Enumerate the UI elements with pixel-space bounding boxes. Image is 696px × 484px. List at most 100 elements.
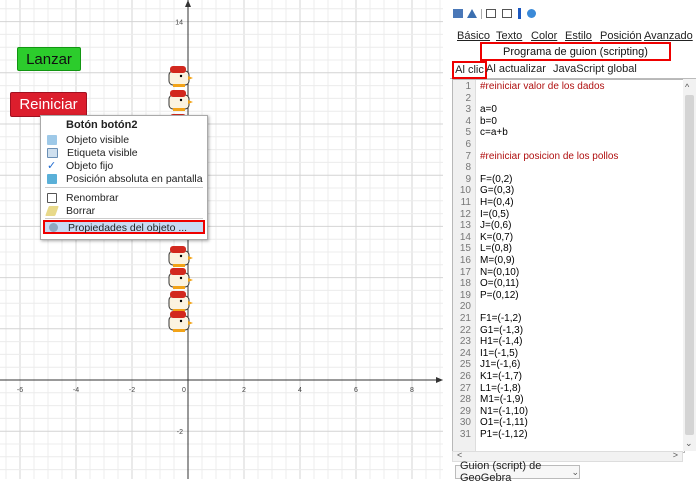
menu-item-label: Renombrar (66, 191, 119, 204)
line-number: 7 (465, 150, 471, 162)
script-editor[interactable]: 1 2 3 4 5 6 7 8 9 10 11 12 13 14 15 16 17 18 19 20 21 22 23 24 2… (452, 79, 685, 453)
x-tick-label: -6 (17, 387, 23, 394)
x-tick-label: 2 (242, 387, 246, 394)
chevron-right-icon[interactable]: > (673, 450, 678, 460)
scroll-thumb[interactable] (685, 95, 694, 435)
line-number: 20 (459, 301, 471, 313)
code-line[interactable]: G=(0,3) (480, 185, 514, 196)
code-comment[interactable]: #reiniciar posicion de los pollos (480, 151, 618, 162)
line-number: 13 (459, 220, 471, 232)
label-visible-icon (47, 147, 58, 158)
code-line[interactable]: M=(0,9) (480, 255, 515, 266)
code-line[interactable]: P1=(-1,12) (480, 429, 528, 440)
chicken-image[interactable] (168, 90, 193, 111)
lanzar-button[interactable]: Lanzar (17, 47, 81, 71)
toolbar-separator (481, 9, 482, 19)
reiniciar-button[interactable]: Reiniciar (10, 92, 87, 117)
y-axis-arrow (185, 0, 191, 7)
code-line[interactable]: N=(0,10) (480, 267, 519, 278)
code-line[interactable]: N1=(-1,10) (480, 406, 528, 417)
object-visible-icon (47, 134, 57, 145)
menu-item-delete[interactable]: Borrar (41, 204, 207, 217)
code-line[interactable]: P=(0,12) (480, 290, 519, 301)
triangle-icon[interactable] (467, 9, 477, 18)
script-language-value: Guion (script) de GeoGebra (460, 460, 542, 484)
tab-color[interactable]: Color (531, 30, 557, 42)
code-line[interactable]: K=(0,7) (480, 232, 513, 243)
code-line[interactable]: I1=(-1,5) (480, 348, 518, 359)
menu-separator (45, 187, 203, 188)
line-number: 2 (465, 92, 471, 104)
line-number: 6 (465, 139, 471, 150)
menu-item-properties[interactable]: Propiedades del objeto ... (43, 220, 205, 234)
tab-al-actualizar[interactable]: Al actualizar (486, 62, 546, 76)
line-number: 12 (459, 208, 471, 220)
vertical-scrollbar[interactable]: ^ ⌄ (683, 79, 696, 451)
line-number: 22 (459, 324, 471, 336)
code-line[interactable]: M1=(-1,9) (480, 394, 524, 405)
line-number: 10 (459, 185, 471, 197)
chicken-image[interactable] (168, 268, 193, 289)
code-line[interactable]: L1=(-1,8) (480, 383, 521, 394)
tab-javascript-global[interactable]: JavaScript global (553, 62, 637, 76)
tab-posicion[interactable]: Posición (600, 30, 642, 42)
table-icon[interactable] (486, 9, 496, 18)
code-line[interactable]: O1=(-1,11) (480, 417, 528, 428)
line-number: 23 (459, 336, 471, 348)
tab-al-clic[interactable]: Al clic (452, 61, 487, 79)
chevron-down-icon: ⌄ (571, 466, 579, 477)
code-line[interactable]: F1=(-1,2) (480, 313, 521, 324)
panel-toolbar (451, 6, 561, 20)
code-line[interactable]: F=(0,2) (480, 174, 513, 185)
code-line[interactable]: J1=(-1,6) (480, 359, 520, 370)
code-line[interactable]: K1=(-1,7) (480, 371, 522, 382)
menu-item-label: Borrar (66, 204, 96, 217)
tab-avanzado[interactable]: Avanzado (644, 30, 693, 42)
code-line[interactable]: I=(0,5) (480, 209, 509, 220)
grid-icon[interactable] (453, 9, 463, 18)
chevron-down-icon[interactable]: ⌄ (685, 438, 693, 449)
menu-item-label: Posición absoluta en pantalla (66, 172, 203, 185)
code-line[interactable]: L=(0,8) (480, 243, 512, 254)
code-line[interactable]: H=(0,4) (480, 197, 514, 208)
brush-icon[interactable] (527, 9, 536, 18)
code-line[interactable]: J=(0,6) (480, 220, 511, 231)
line-number: 15 (459, 243, 471, 255)
line-number: 31 (459, 429, 471, 440)
context-menu-title: Botón botón2 (66, 119, 138, 131)
script-language-select[interactable]: Guion (script) de GeoGebra ⌄ (455, 460, 580, 484)
line-number: 16 (459, 255, 471, 266)
chevron-left-icon[interactable]: < (457, 450, 462, 460)
line-number: 14 (459, 231, 471, 243)
code-line[interactable]: G1=(-1,3) (480, 325, 523, 336)
code-line[interactable]: b=0 (480, 116, 497, 127)
code-comment[interactable]: #reiniciar valor de los dados (480, 81, 605, 92)
context-menu: Botón botón2 Objeto visible Etiqueta vis… (40, 115, 208, 240)
code-line[interactable]: H1=(-1,4) (480, 336, 523, 347)
line-number: 9 (465, 173, 471, 185)
tab-basico[interactable]: Básico (457, 30, 490, 42)
tab-estilo[interactable]: Estilo (565, 30, 592, 42)
chicken-image[interactable] (168, 291, 193, 312)
y-tick-label: 14 (175, 20, 183, 27)
chevron-up-icon[interactable]: ^ (685, 82, 689, 92)
code-line[interactable]: O=(0,11) (480, 278, 519, 289)
line-number-gutter: 1 2 3 4 5 6 7 8 9 10 11 12 13 14 15 16 17 18 19 20 21 22 23 24 2… (453, 80, 476, 452)
code-line[interactable]: c=a+b (480, 127, 508, 138)
code-line[interactable]: a=0 (480, 104, 497, 115)
chicken-image[interactable] (168, 66, 193, 87)
chicken-image[interactable] (168, 246, 193, 267)
menu-item-rename[interactable]: Renombrar (41, 191, 207, 204)
menu-item-label-visible[interactable]: Etiqueta visible (41, 146, 207, 159)
menu-item-object-visible[interactable]: Objeto visible (41, 133, 207, 146)
close-icon[interactable] (502, 9, 512, 18)
tab-texto[interactable]: Texto (496, 30, 522, 42)
line-number: 28 (459, 394, 471, 406)
line-number: 25 (459, 359, 471, 371)
menu-item-absolute-position[interactable]: Posición absoluta en pantalla (41, 172, 207, 185)
menu-item-fix-object[interactable]: ✓ Objeto fijo (41, 159, 207, 172)
line-number: 19 (459, 289, 471, 301)
line-number: 26 (459, 371, 471, 382)
x-tick-label: 6 (354, 387, 358, 394)
text-cursor-icon[interactable] (518, 8, 521, 19)
